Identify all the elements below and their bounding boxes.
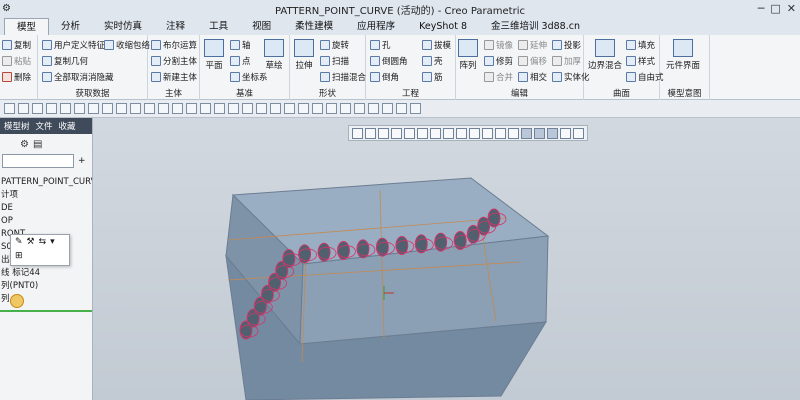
annotations-toggle-icon[interactable] <box>521 127 532 139</box>
perspective-view-icon[interactable] <box>443 127 454 139</box>
repaint-view-icon[interactable] <box>391 127 402 139</box>
refit-view-icon[interactable] <box>352 127 363 139</box>
scene-svg <box>225 177 550 400</box>
csys-toggle-icon[interactable] <box>508 127 519 139</box>
view-toolbar <box>348 125 588 141</box>
datum-planes-toggle-icon[interactable] <box>469 127 480 139</box>
stop-icon[interactable] <box>573 127 584 139</box>
datum-points-toggle-icon[interactable] <box>495 127 506 139</box>
view-manager-icon[interactable] <box>430 127 441 139</box>
zoom-in-view-icon[interactable] <box>365 127 376 139</box>
datum-axes-toggle-icon[interactable] <box>482 127 493 139</box>
spin-center-toggle-icon[interactable] <box>534 127 545 139</box>
pattern-display-toggle-icon[interactable] <box>547 127 558 139</box>
saved-orientations-icon[interactable] <box>417 127 428 139</box>
display-style-icon[interactable] <box>404 127 415 139</box>
section-view-icon[interactable] <box>456 127 467 139</box>
zoom-out-view-icon[interactable] <box>378 127 389 139</box>
pause-icon[interactable] <box>560 127 571 139</box>
